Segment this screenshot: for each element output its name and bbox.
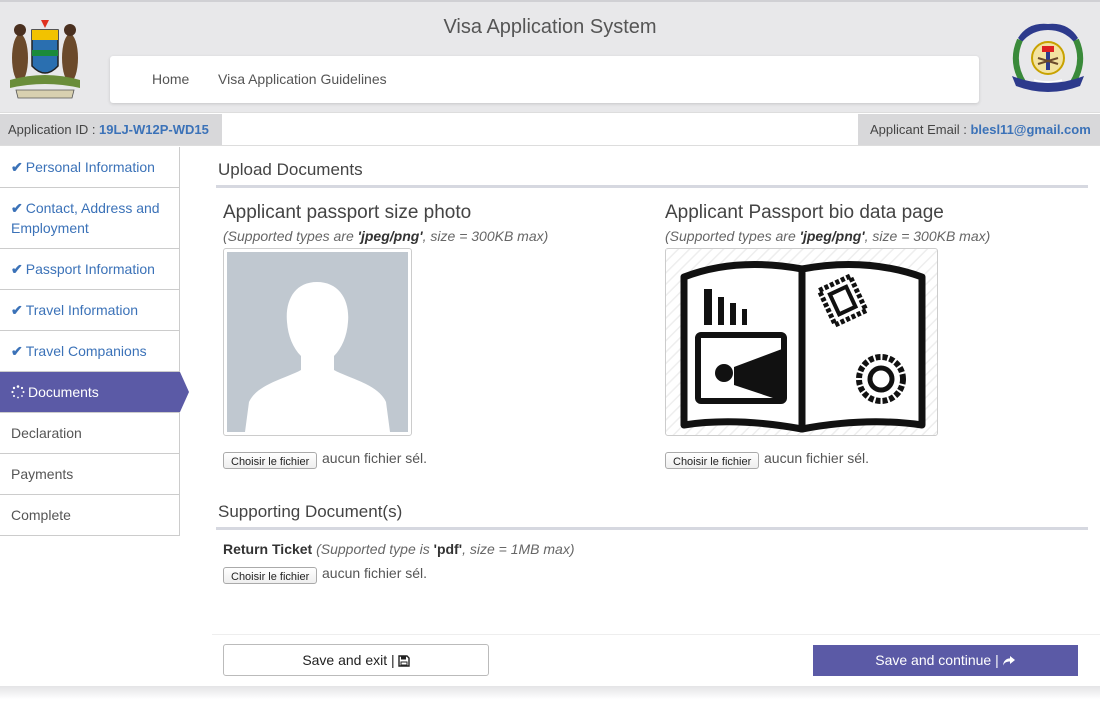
bio-page-preview xyxy=(665,248,938,436)
spinner-icon xyxy=(11,385,25,399)
sidebar-item-label: Personal Information xyxy=(25,159,155,175)
photo-upload-hint: (Supported types are 'jpeg/png', size = … xyxy=(223,228,549,244)
sidebar-item-complete[interactable]: Complete xyxy=(0,495,180,536)
check-icon: ✔ xyxy=(11,159,23,175)
save-and-continue-label: Save and continue | xyxy=(875,652,999,668)
divider xyxy=(212,634,1100,635)
divider xyxy=(216,185,1088,188)
sidebar-item-label: Contact, Address and Employment xyxy=(11,200,160,236)
check-icon: ✔ xyxy=(11,302,23,318)
sidebar-item-label: Complete xyxy=(11,507,71,523)
return-ticket-file-button[interactable]: Choisir le fichier xyxy=(223,567,318,584)
supporting-documents-title: Supporting Document(s) xyxy=(218,502,403,521)
upload-documents-title: Upload Documents xyxy=(218,160,363,179)
sidebar-item-declaration[interactable]: Declaration xyxy=(0,413,180,454)
navbar: Home Visa Application Guidelines xyxy=(110,56,979,103)
passport-icon xyxy=(666,249,937,435)
photo-file-status: aucun fichier sél. xyxy=(322,450,428,466)
photo-preview xyxy=(223,248,412,436)
immigration-logo xyxy=(1012,23,1084,92)
application-id: Application ID : 19LJ-W12P-WD15 xyxy=(0,114,222,145)
applicant-email: Applicant Email : blesl11@gmail.com xyxy=(858,114,1100,145)
share-arrow-icon xyxy=(1002,656,1015,666)
return-ticket-row: Return Ticket (Supported type is 'pdf', … xyxy=(223,541,574,557)
header: Visa Application System Home Visa Applic… xyxy=(0,0,1100,112)
bio-page-file-button[interactable]: Choisir le fichier xyxy=(665,452,760,469)
divider xyxy=(216,527,1088,530)
save-and-exit-button[interactable]: Save and exit | xyxy=(223,644,489,676)
return-ticket-hint: (Supported type is 'pdf', size = 1MB max… xyxy=(316,541,575,557)
application-info-bar: Application ID : 19LJ-W12P-WD15 Applican… xyxy=(0,112,1100,146)
photo-upload-label: Applicant passport size photo xyxy=(223,202,472,223)
sidebar-item-payments[interactable]: Payments xyxy=(0,454,180,495)
applicant-email-label: Applicant Email : xyxy=(870,122,971,137)
sidebar-item-travel-information[interactable]: ✔ Travel Information xyxy=(0,290,180,331)
applicant-email-value: blesl11@gmail.com xyxy=(970,122,1091,137)
bio-page-upload-label: Applicant Passport bio data page xyxy=(665,202,944,223)
bottom-shadow xyxy=(0,686,1100,705)
sidebar-item-label: Travel Companions xyxy=(25,343,147,359)
nav-home-link[interactable]: Home xyxy=(152,71,189,87)
check-icon: ✔ xyxy=(11,261,23,277)
sidebar-item-contact-address-employment[interactable]: ✔ Contact, Address and Employment xyxy=(0,188,180,249)
sidebar-item-documents[interactable]: Documents xyxy=(0,372,189,413)
check-icon: ✔ xyxy=(11,343,23,359)
nav-guidelines-link[interactable]: Visa Application Guidelines xyxy=(218,71,387,87)
steps-sidebar: ✔ Personal Information ✔ Contact, Address … xyxy=(0,147,189,536)
save-icon xyxy=(397,655,410,667)
check-icon: ✔ xyxy=(11,200,23,216)
application-id-value: 19LJ-W12P-WD15 xyxy=(99,122,209,137)
save-and-exit-label: Save and exit | xyxy=(302,652,395,668)
bio-page-file-status: aucun fichier sél. xyxy=(764,450,870,466)
sidebar-item-label: Payments xyxy=(11,466,74,482)
return-ticket-file-status: aucun fichier sél. xyxy=(322,565,428,581)
sidebar-item-travel-companions[interactable]: ✔ Travel Companions xyxy=(0,331,180,372)
save-and-continue-button[interactable]: Save and continue | xyxy=(813,645,1078,676)
bio-page-upload-hint: (Supported types are 'jpeg/png', size = … xyxy=(665,228,991,244)
sidebar-item-label: Passport Information xyxy=(25,261,155,277)
application-id-label: Application ID : xyxy=(8,122,100,137)
sidebar-item-label: Documents xyxy=(28,384,99,400)
sidebar-item-label: Travel Information xyxy=(25,302,139,318)
sidebar-item-passport-information[interactable]: ✔ Passport Information xyxy=(0,249,180,290)
sidebar-item-label: Declaration xyxy=(11,425,82,441)
return-ticket-label: Return Ticket xyxy=(223,541,313,557)
sidebar-item-personal-information[interactable]: ✔ Personal Information xyxy=(0,147,180,188)
photo-file-button[interactable]: Choisir le fichier xyxy=(223,452,318,469)
site-title: Visa Application System xyxy=(443,16,657,38)
avatar-placeholder-icon xyxy=(227,252,408,432)
